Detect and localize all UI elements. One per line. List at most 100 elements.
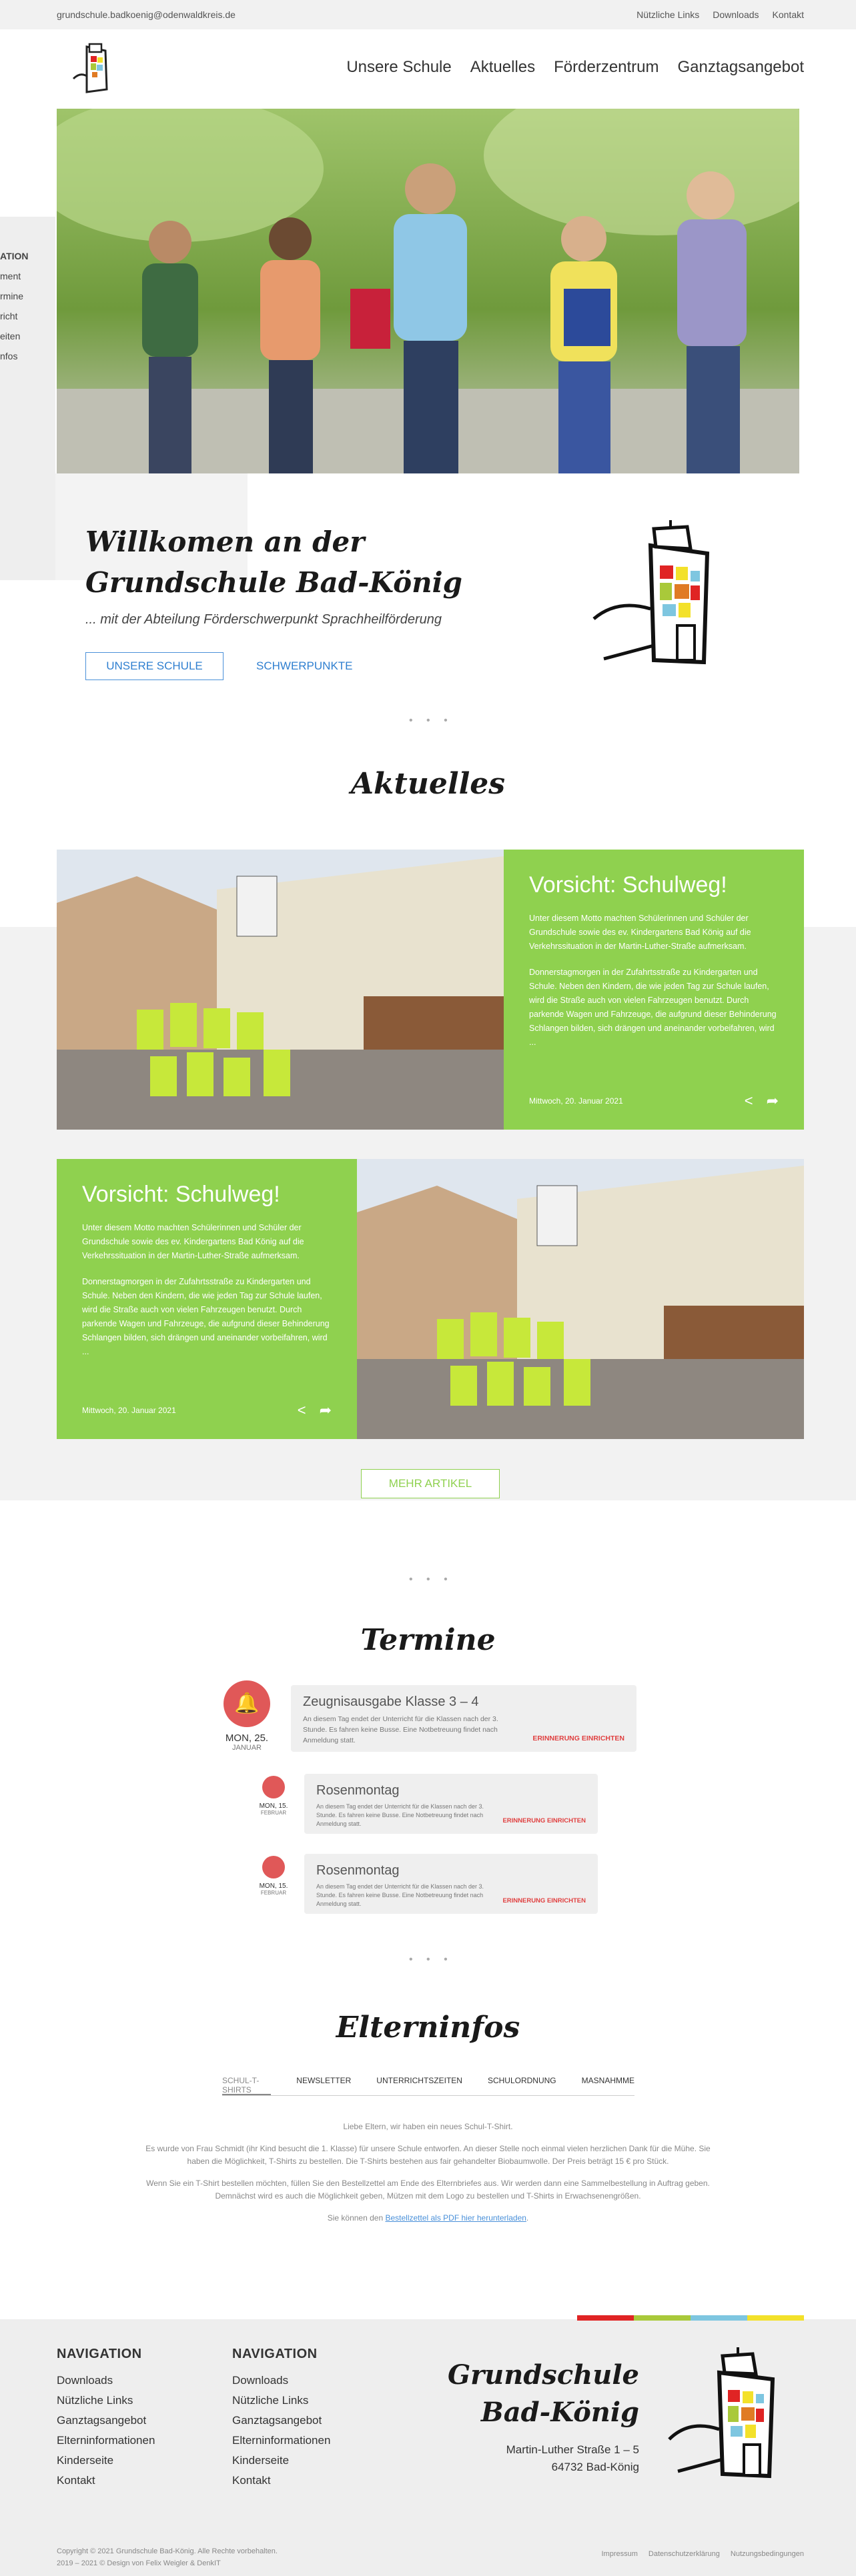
- footer-nav-title: NAVIGATION: [232, 2347, 318, 2361]
- copyright-line2: 2019 – 2021 © Design von Felix Weigler &…: [57, 2559, 221, 2567]
- side-menu-item[interactable]: rmine: [0, 286, 29, 306]
- footer-link-kontakt[interactable]: Kontakt: [232, 2471, 330, 2491]
- color-bar-yellow: [747, 2315, 804, 2321]
- top-links: Nützliche Links Downloads Kontakt: [636, 9, 804, 20]
- side-menu-item[interactable]: richt: [0, 306, 29, 326]
- color-bar-red: [577, 2315, 634, 2321]
- bell-icon: 🔔: [224, 1680, 270, 1727]
- event-date-badge: MON, 15. FEBRUAR: [254, 1776, 294, 1816]
- event-title: Rosenmontag: [316, 1863, 400, 1878]
- main-nav: Unsere Schule Aktuelles Förderzentrum Ga…: [346, 58, 804, 77]
- aktuelles-title: Aktuelles: [350, 767, 506, 801]
- footer-link-nuetzliche-links[interactable]: Nützliche Links: [57, 2391, 155, 2411]
- event-date-badge: MON, 15. FEBRUAR: [254, 1856, 294, 1896]
- event-card[interactable]: Rosenmontag An diesem Tag endet der Unte…: [304, 1854, 598, 1914]
- school-logo-footer: [668, 2347, 775, 2479]
- reminder-link[interactable]: ERINNERUNG EINRICHTEN: [502, 1817, 586, 1824]
- hero-image: [57, 109, 799, 473]
- event-day: MON, 25.: [225, 1732, 269, 1744]
- event-card[interactable]: Zeugnisausgabe Klasse 3 – 4 An diesem Ta…: [291, 1685, 636, 1752]
- footer-link-kinderseite[interactable]: Kinderseite: [232, 2451, 330, 2471]
- article-image[interactable]: [57, 850, 504, 1130]
- footer-school-line2: Bad-König: [480, 2397, 639, 2428]
- article-date: Mittwoch, 20. Januar 2021: [82, 1406, 176, 1415]
- tab-newsletter[interactable]: NEWSLETTER: [296, 2069, 351, 2095]
- footer-link-downloads[interactable]: Downloads: [232, 2371, 330, 2391]
- tab-schul-t-shirts[interactable]: SCHUL-T-SHIRTS: [222, 2069, 272, 2095]
- school-logo-small[interactable]: [67, 41, 125, 95]
- info-paragraph: Liebe Eltern, wir haben ein neues Schul-…: [343, 2122, 513, 2131]
- tab-masnahmme[interactable]: MASNAHMME: [582, 2069, 634, 2095]
- article-card[interactable]: Vorsicht: Schulweg! Unter diesem Motto m…: [57, 1159, 804, 1439]
- tab-unterrichtszeiten[interactable]: UNTERRICHTSZEITEN: [376, 2069, 462, 2095]
- unsere-schule-button[interactable]: UNSERE SCHULE: [85, 652, 224, 680]
- email-link[interactable]: grundschule.badkoenig@odenwaldkreis.de: [57, 9, 236, 20]
- legal-link-nutzungsbedingungen[interactable]: Nutzungsbedingungen: [731, 2550, 804, 2558]
- bestellzettel-download-link[interactable]: Bestellzettel als PDF hier herunterladen: [385, 2213, 526, 2223]
- reminder-link[interactable]: ERINNERUNG EINRICHTEN: [532, 1734, 624, 1742]
- side-menu-item[interactable]: ment: [0, 266, 29, 286]
- side-menu-item[interactable]: ATION: [0, 246, 29, 266]
- mehr-artikel-button[interactable]: MEHR ARTIKEL: [361, 1469, 500, 1498]
- article-text-panel: Vorsicht: Schulweg! Unter diesem Motto m…: [504, 850, 804, 1130]
- event-description: An diesem Tag endet der Unterricht für d…: [316, 1883, 484, 1907]
- forward-icon[interactable]: ➦: [767, 1092, 779, 1110]
- event-month: JANUAR: [232, 1744, 262, 1752]
- side-menu-item[interactable]: eiten: [0, 326, 29, 346]
- nav-aktuelles[interactable]: Aktuelles: [470, 58, 535, 77]
- nav-foerderzentrum[interactable]: Förderzentrum: [554, 58, 659, 77]
- share-icon[interactable]: <: [745, 1092, 753, 1110]
- event-date-badge: 🔔 MON, 25. JANUAR: [220, 1680, 274, 1752]
- event-dot-icon: [262, 1856, 285, 1878]
- color-bar-blue: [691, 2315, 747, 2321]
- legal-link-datenschutz[interactable]: Datenschutzerklärung: [649, 2550, 720, 2558]
- footer-link-elterninformationen[interactable]: Elterninformationen: [232, 2431, 330, 2451]
- article-date: Mittwoch, 20. Januar 2021: [529, 1096, 623, 1106]
- article-image[interactable]: [357, 1159, 804, 1439]
- footer-color-bar: [577, 2315, 804, 2321]
- article-title[interactable]: Vorsicht: Schulweg!: [529, 872, 779, 898]
- footer-link-elterninformationen[interactable]: Elterninformationen: [57, 2431, 155, 2451]
- event-month: FEBRUAR: [260, 1890, 287, 1896]
- copyright: Copyright © 2021 Grundschule Bad-König. …: [57, 2545, 278, 2569]
- top-link-nuetzliche-links[interactable]: Nützliche Links: [636, 9, 699, 20]
- reminder-link[interactable]: ERINNERUNG EINRICHTEN: [502, 1897, 586, 1904]
- schwerpunkte-button[interactable]: SCHWERPUNKTE: [256, 660, 353, 673]
- welcome-title-line2: Grundschule Bad-König: [85, 566, 462, 599]
- side-menu-item[interactable]: nfos: [0, 346, 29, 366]
- footer-link-kontakt[interactable]: Kontakt: [57, 2471, 155, 2491]
- footer-nav-title: NAVIGATION: [57, 2347, 142, 2361]
- footer-link-downloads[interactable]: Downloads: [57, 2371, 155, 2391]
- article-paragraph: Unter diesem Motto machten Schülerinnen …: [82, 1223, 304, 1260]
- forward-icon[interactable]: ➦: [320, 1402, 332, 1419]
- event-title: Zeugnisausgabe Klasse 3 – 4: [303, 1694, 479, 1709]
- event-card[interactable]: Rosenmontag An diesem Tag endet der Unte…: [304, 1774, 598, 1834]
- footer-link-ganztagsangebot[interactable]: Ganztagsangebot: [232, 2411, 330, 2431]
- welcome-title-line1: Willkomen an der: [85, 525, 365, 558]
- event-day: MON, 15.: [259, 1802, 288, 1810]
- article-footer: Mittwoch, 20. Januar 2021 < ➦: [82, 1402, 332, 1419]
- footer-link-nuetzliche-links[interactable]: Nützliche Links: [232, 2391, 330, 2411]
- share-icon[interactable]: <: [298, 1402, 306, 1419]
- nav-ganztagsangebot[interactable]: Ganztagsangebot: [678, 58, 804, 77]
- article-title[interactable]: Vorsicht: Schulweg!: [82, 1182, 332, 1208]
- section-divider-dots: • • •: [409, 715, 453, 726]
- nav-unsere-schule[interactable]: Unsere Schule: [346, 58, 451, 77]
- event-title: Rosenmontag: [316, 1783, 400, 1798]
- article-footer: Mittwoch, 20. Januar 2021 < ➦: [529, 1092, 779, 1110]
- legal-link-impressum[interactable]: Impressum: [601, 2550, 637, 2558]
- top-link-downloads[interactable]: Downloads: [713, 9, 759, 20]
- footer-nav-col-1: NAVIGATION Downloads Nützliche Links Gan…: [57, 2344, 155, 2491]
- tab-schulordnung[interactable]: SCHULORDNUNG: [488, 2069, 556, 2095]
- article-card[interactable]: Vorsicht: Schulweg! Unter diesem Motto m…: [57, 850, 804, 1130]
- event-description: An diesem Tag endet der Unterricht für d…: [316, 1803, 484, 1827]
- side-menu-panel: ATION ment rmine richt eiten nfos: [0, 217, 55, 580]
- footer-school-name: Grundschule Bad-König: [448, 2357, 639, 2431]
- footer-link-ganztagsangebot[interactable]: Ganztagsangebot: [57, 2411, 155, 2431]
- legal-links: Impressum Datenschutzerklärung Nutzungsb…: [601, 2550, 804, 2558]
- footer-link-kinderseite[interactable]: Kinderseite: [57, 2451, 155, 2471]
- copyright-line1: Copyright © 2021 Grundschule Bad-König. …: [57, 2547, 278, 2555]
- top-link-kontakt[interactable]: Kontakt: [773, 9, 804, 20]
- section-divider-dots: • • •: [409, 1954, 453, 1965]
- article-paragraph: Donnerstagmorgen in der Zufahrtsstraße z…: [82, 1277, 330, 1356]
